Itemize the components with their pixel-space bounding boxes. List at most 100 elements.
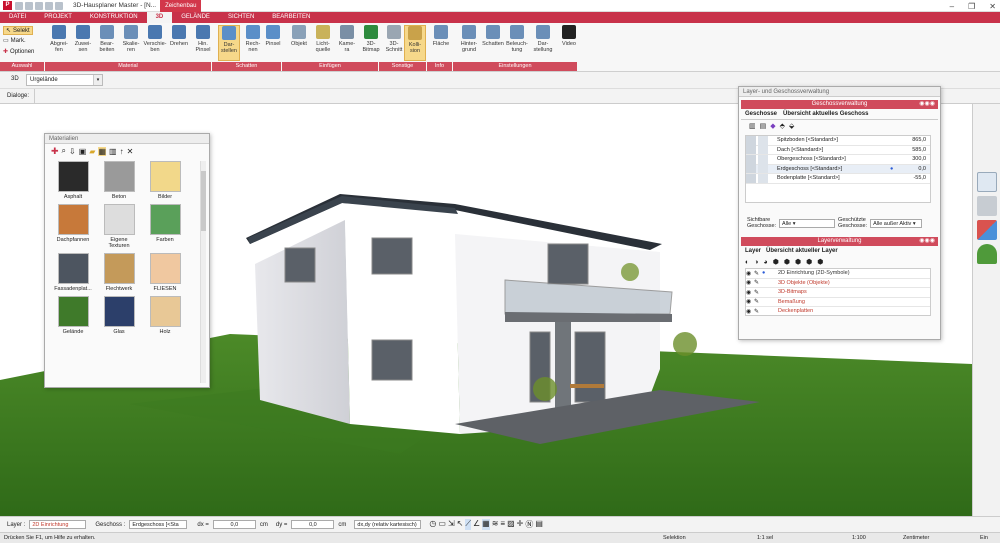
close-button[interactable]: ✕ xyxy=(989,2,996,11)
eye-icon[interactable]: ◉ xyxy=(746,298,754,305)
search-icon[interactable]: ⌕ xyxy=(62,146,66,156)
layer-vis-icon[interactable]: ◐ xyxy=(745,259,749,266)
scroll-thumb[interactable] xyxy=(201,171,206,231)
paint-icon[interactable]: ▣ xyxy=(79,147,87,156)
material-item[interactable]: Beton xyxy=(96,161,142,200)
ribbon-button-material-2[interactable]: Bear- beiten xyxy=(96,25,118,61)
floor-copy-icon[interactable]: ▤ xyxy=(760,122,767,130)
ribbon-button-einstellungen-3[interactable]: Dar- stellung xyxy=(532,25,554,61)
layer-row[interactable]: ◉ ✎ Deckenplatten xyxy=(746,307,930,315)
material-item[interactable]: Glas xyxy=(96,296,142,335)
ribbon-button-einfuegen-2[interactable]: Kame- ra xyxy=(336,25,358,61)
layer-move-icon[interactable]: ⬢ xyxy=(795,258,801,266)
tree-icon[interactable] xyxy=(976,244,997,264)
floor-down-icon[interactable]: ⬙ xyxy=(789,122,794,130)
layer-row[interactable]: ◉ ✎ 3D Objekte (Objekte) xyxy=(746,279,930,288)
ribbon-button-schatten-2[interactable]: Pinsel xyxy=(262,25,284,61)
dy-input[interactable]: 0,0 xyxy=(291,520,335,529)
floor-row[interactable]: Obergeschoss [<Standard>] 300,0 xyxy=(746,154,930,165)
floor-visibility-icon[interactable] xyxy=(746,145,756,155)
layer-row[interactable]: ◉ ✎ ● 2D Einrichtung (2D-Symbole) xyxy=(746,269,930,279)
ribbon-button-einfuegen-1[interactable]: Licht- quelle xyxy=(312,25,334,61)
ribbon-button-einfuegen-0[interactable]: Objekt xyxy=(288,25,310,61)
ribbon-button-material-3[interactable]: Skalie- ren xyxy=(120,25,142,61)
tab-gelaende[interactable]: GELÄNDE xyxy=(172,12,219,23)
floor-row[interactable]: Bodenplatte [<Standard>] -55,0 xyxy=(746,173,930,184)
floor-lock-icon[interactable] xyxy=(758,173,768,183)
coordinate-mode-select[interactable]: dx,dy (relativ kartesisch) xyxy=(354,520,422,529)
layer-row[interactable]: ◉ ✎ 3D-Bitmaps xyxy=(746,288,930,298)
lines-icon[interactable]: ≡ xyxy=(500,519,505,530)
layer-edit-icon[interactable]: ⬢ xyxy=(806,258,812,266)
visible-floors-select[interactable]: Alle ▾ xyxy=(779,218,836,228)
tab-overview-floor[interactable]: Übersicht aktuelles Geschoss xyxy=(783,111,868,117)
tab-datei[interactable]: DATEI xyxy=(0,12,35,23)
table-icon[interactable]: ▤ xyxy=(535,519,543,530)
ortho-icon[interactable]: ✛ xyxy=(517,519,524,530)
minimize-button[interactable]: – xyxy=(950,2,954,11)
layer-delete-icon[interactable]: ⬢ xyxy=(817,258,823,266)
ribbon-button-schatten-0[interactable]: Dar- stellen xyxy=(218,25,240,61)
material-item[interactable]: Gelände xyxy=(50,296,96,335)
list-view-icon[interactable]: ▥ xyxy=(109,147,117,156)
floor-lock-icon[interactable] xyxy=(758,164,768,174)
delete-icon[interactable]: ✕ xyxy=(127,147,134,156)
floor-row[interactable]: Erdgeschoss [<Standard>] ● 0,0 xyxy=(746,164,930,174)
redo-icon[interactable] xyxy=(35,1,43,10)
edit-icon[interactable]: ✎ xyxy=(754,308,762,315)
tab-konstruktion[interactable]: KONSTRUKTION xyxy=(81,12,147,23)
north-icon[interactable]: Ⓝ xyxy=(525,519,533,530)
material-item[interactable]: Dachpfannen xyxy=(50,204,96,249)
ribbon-button-einstellungen-2[interactable]: Beleuch- tung xyxy=(506,25,528,61)
undo-icon[interactable] xyxy=(25,1,33,10)
floor-lock-icon[interactable] xyxy=(758,145,768,155)
material-item[interactable]: Flechtwerk xyxy=(96,253,142,292)
ribbon-button-material-5[interactable]: Drehen xyxy=(168,25,190,61)
floor-up-icon[interactable]: ⬘ xyxy=(780,122,785,130)
app-icon[interactable]: P xyxy=(3,1,12,10)
ribbon-button-einstellungen-1[interactable]: Schatten xyxy=(482,25,504,61)
pointer-icon[interactable]: ↖ xyxy=(457,519,464,530)
chair-icon[interactable] xyxy=(976,196,997,216)
layers-icon[interactable] xyxy=(976,172,997,192)
floor-lock-icon[interactable] xyxy=(758,154,768,164)
floor-visibility-icon[interactable] xyxy=(746,154,756,164)
layer-lock-icon[interactable]: ◑ xyxy=(754,259,758,266)
wave-icon[interactable]: ≋ xyxy=(492,519,499,530)
ribbon-button-sonstige-0[interactable]: 3D- Schnitt xyxy=(383,25,405,61)
ribbon-button-material-0[interactable]: Abgrei- fen xyxy=(48,25,70,61)
ribbon-button-einfuegen-3[interactable]: 3D- Bitmap xyxy=(360,25,382,61)
floor-row[interactable]: Spitzboden [<Standard>] 865,0 xyxy=(746,135,930,146)
maximize-button[interactable]: ❐ xyxy=(968,2,975,11)
tab-bearbeiten[interactable]: BEARBEITEN xyxy=(263,12,319,23)
arrow-icon[interactable]: ⇲ xyxy=(448,519,455,530)
protected-floors-select[interactable]: Alle außer Aktiv ▾ xyxy=(870,218,923,228)
layer-row[interactable]: ◉ ✎ Bemaßung xyxy=(746,298,930,307)
eye-icon[interactable]: ◉ xyxy=(746,279,754,286)
ribbon-button-sonstige-1[interactable]: Kolli- sion xyxy=(404,25,426,61)
ribbon-button-material-1[interactable]: Zuwei- sen xyxy=(72,25,94,61)
folder-icon[interactable]: ▰ xyxy=(89,147,95,156)
up-icon[interactable]: ↑ xyxy=(120,147,124,156)
monitor-icon[interactable]: ▭ xyxy=(438,519,446,530)
eye-icon[interactable]: ◉ xyxy=(746,270,754,277)
floor-row[interactable]: Dach [<Standard>] 585,0 xyxy=(746,145,930,155)
material-item[interactable]: Bilder xyxy=(142,161,188,200)
eye-icon[interactable]: ◉ xyxy=(746,289,754,296)
save-icon[interactable] xyxy=(15,1,23,10)
chevron-down-icon[interactable]: ▾ xyxy=(93,75,102,85)
add-icon[interactable]: ✚ xyxy=(51,146,59,157)
floor-status-select[interactable]: Erdgeschoss [<Sta xyxy=(129,520,188,529)
tab-overview-layer[interactable]: Übersicht aktueller Layer xyxy=(766,248,838,254)
layer-copy-icon[interactable]: ⬢ xyxy=(784,258,790,266)
layer-add-icon[interactable]: ⬢ xyxy=(773,258,779,266)
tab-geschosse[interactable]: Geschosse xyxy=(745,111,777,117)
layer-header-icons[interactable]: ◉◉◉ xyxy=(919,237,935,246)
angle-icon[interactable]: ∠ xyxy=(473,519,480,530)
import-icon[interactable]: ⇩ xyxy=(69,147,76,156)
tab-layer[interactable]: Layer xyxy=(745,248,761,254)
print-icon[interactable] xyxy=(45,1,53,10)
clock-icon[interactable]: ◷ xyxy=(429,519,436,530)
floor-add-icon[interactable]: ◆ xyxy=(770,122,775,130)
floor-lock-icon[interactable] xyxy=(758,135,768,145)
